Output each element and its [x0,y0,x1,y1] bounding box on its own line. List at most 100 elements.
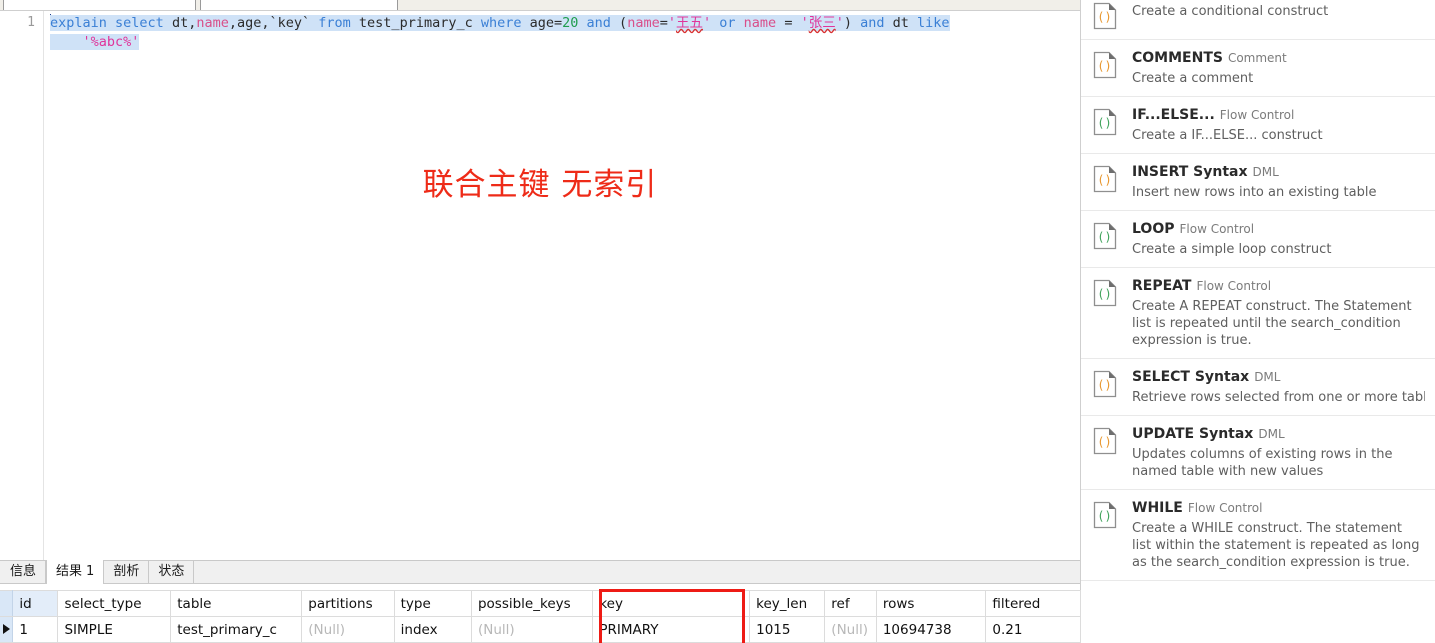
snippet-item-loop[interactable]: () LOOP Flow Control Create a simple loop c… [1081,211,1435,268]
column-header-partitions[interactable]: partitions [301,590,395,617]
cell-partitions[interactable]: (Null) [301,616,395,643]
result-tab-信息[interactable]: 信息 [1,561,47,583]
sql-token-3: dt, [163,15,197,31]
snippet-title: WHILE [1132,500,1183,516]
sql-token-18: ' [667,15,676,31]
result-tab-剖析[interactable]: 剖析 [104,561,150,583]
cell-filtered[interactable]: 0.21 [985,616,1081,643]
svg-text:(): () [1097,287,1111,301]
snippet-text: COMMENTS Comment Create a comment [1132,49,1425,87]
snippet-text: Create a conditional construct [1132,0,1425,20]
column-header-ref[interactable]: ref [824,590,877,617]
table-row[interactable]: 1 SIMPLE test_primary_c (Null) index (Null) PR… [0,616,1081,643]
snippet-description: Insert new rows into an existing table [1132,185,1377,200]
null-value: (Null) [831,621,868,638]
column-header-possible_keys[interactable]: possible_keys [471,590,594,617]
snippet-category: DML [1258,427,1285,441]
sql-token-23 [735,15,744,31]
snippet-title: COMMENTS [1132,50,1223,66]
snippet-document-icon: () [1093,279,1117,307]
snippet-document-icon: () [1093,51,1117,79]
column-header-key_len[interactable]: key_len [749,590,826,617]
sql-token-34: '%abc%' [82,34,140,50]
sql-client-window: 1 explain select dt,name,age,`key` from … [0,0,1435,643]
editor-tab-1[interactable] [3,0,196,10]
svg-text:(): () [1097,59,1111,73]
column-header-rows[interactable]: rows [876,590,987,617]
results-pane: 信息 结果 1 剖析 状态 id select_type table partitions ty… [0,560,1081,643]
cell-key_len[interactable]: 1015 [749,616,826,643]
explain-grid-wrapper: id select_type table partitions type possible… [0,584,1081,643]
sql-token-11: age= [521,15,563,31]
snippet-document-icon: () [1093,427,1117,455]
column-header-id[interactable]: id [12,590,59,617]
result-tab-label: 剖析 [113,564,140,579]
cell-type[interactable]: index [394,616,472,643]
snippet-document-icon: () [1093,501,1117,529]
cell-ref[interactable]: (Null) [824,616,877,643]
column-header-table[interactable]: table [170,590,303,617]
snippet-category: Flow Control [1187,501,1263,515]
snippet-description: Create a conditional construct [1132,4,1329,19]
snippet-title: LOOP [1132,221,1175,237]
column-header-filtered[interactable]: filtered [985,590,1081,617]
svg-text:(): () [1097,435,1111,449]
svg-text:(): () [1097,173,1111,187]
snippet-description: Updates columns of existing rows in the … [1132,447,1393,479]
sql-token-6: `key` [269,15,311,31]
result-tab-状态[interactable]: 状态 [149,561,195,583]
snippet-title: IF...ELSE... [1132,107,1215,123]
cell-table[interactable]: test_primary_c [170,616,303,643]
sql-token-29: ) [843,15,861,31]
snippet-item-insertsyntax[interactable]: () INSERT Syntax DML Insert new rows into a… [1081,154,1435,211]
svg-text:(): () [1097,116,1111,130]
sql-token-30: and [860,15,885,31]
sql-token-15: ( [610,15,628,31]
sql-editor[interactable]: 1 explain select dt,name,age,`key` from … [0,11,1080,560]
sql-token-13 [578,15,587,31]
snippet-item-ifelse[interactable]: () IF...ELSE... Flow Control Create a IF...… [1081,97,1435,154]
results-tab-bar: 信息 结果 1 剖析 状态 [0,560,1080,584]
sql-token-5: ,age, [228,15,270,31]
svg-text:(): () [1097,509,1111,523]
cell-id[interactable]: 1 [12,616,59,643]
sql-token-33 [50,34,83,50]
result-tab-结果[interactable]: 结果 1 [46,560,105,584]
snippet-category: Comment [1227,51,1287,65]
snippet-item-while[interactable]: () WHILE Flow Control Create a WHILE constr… [1081,490,1435,581]
sql-token-20: ' [702,15,712,31]
snippet-category: Flow Control [1196,279,1272,293]
snippet-text: WHILE Flow Control Create a WHILE construc… [1132,499,1425,571]
snippet-item-updatesyntax[interactable]: () UPDATE Syntax DML Updates columns of exi… [1081,416,1435,490]
snippet-category: Flow Control [1179,222,1255,236]
column-header-type[interactable]: type [394,590,472,617]
row-selector-arrow[interactable] [0,616,14,643]
snippet-item[interactable]: () Create a conditional construct [1081,0,1435,40]
snippet-title: SELECT Syntax [1132,369,1250,385]
cell-possible_keys[interactable]: (Null) [471,616,594,643]
column-header-key[interactable]: key [592,590,751,617]
sql-token-12: 20 [562,15,579,31]
cell-select_type[interactable]: SIMPLE [57,616,172,643]
snippet-title: UPDATE Syntax [1132,426,1254,442]
snippet-category: DML [1254,370,1281,384]
editor-gutter: 1 [0,11,44,560]
snippet-item-repeat[interactable]: () REPEAT Flow Control Create A REPEAT cons… [1081,268,1435,359]
snippet-document-icon: () [1093,370,1117,398]
snippet-document-icon: () [1093,2,1117,30]
main-editor-area: 1 explain select dt,name,age,`key` from … [0,0,1081,643]
sql-token-24: name [743,15,777,31]
snippet-item-comments[interactable]: () COMMENTS Comment Create a comment [1081,40,1435,97]
snippet-description: Create a IF...ELSE... construct [1132,128,1323,143]
snippets-sidebar[interactable]: () Create a conditional construct () COMMEN… [1081,0,1435,643]
cell-key[interactable]: PRIMARY [592,616,751,643]
snippet-description: Create a simple loop construct [1132,242,1332,257]
snippet-item-selectsyntax[interactable]: () SELECT Syntax DML Retrieve rows selected… [1081,359,1435,416]
sql-token-22: or [719,15,736,31]
sql-query-text[interactable]: explain select dt,name,age,`key` from te… [50,11,1080,52]
result-tab-label: 结果 [56,564,83,579]
column-header-select_type[interactable]: select_type [57,590,172,617]
cell-rows[interactable]: 10694738 [876,616,987,643]
sql-token-8: from [318,15,351,31]
editor-tab-2[interactable] [200,0,398,10]
